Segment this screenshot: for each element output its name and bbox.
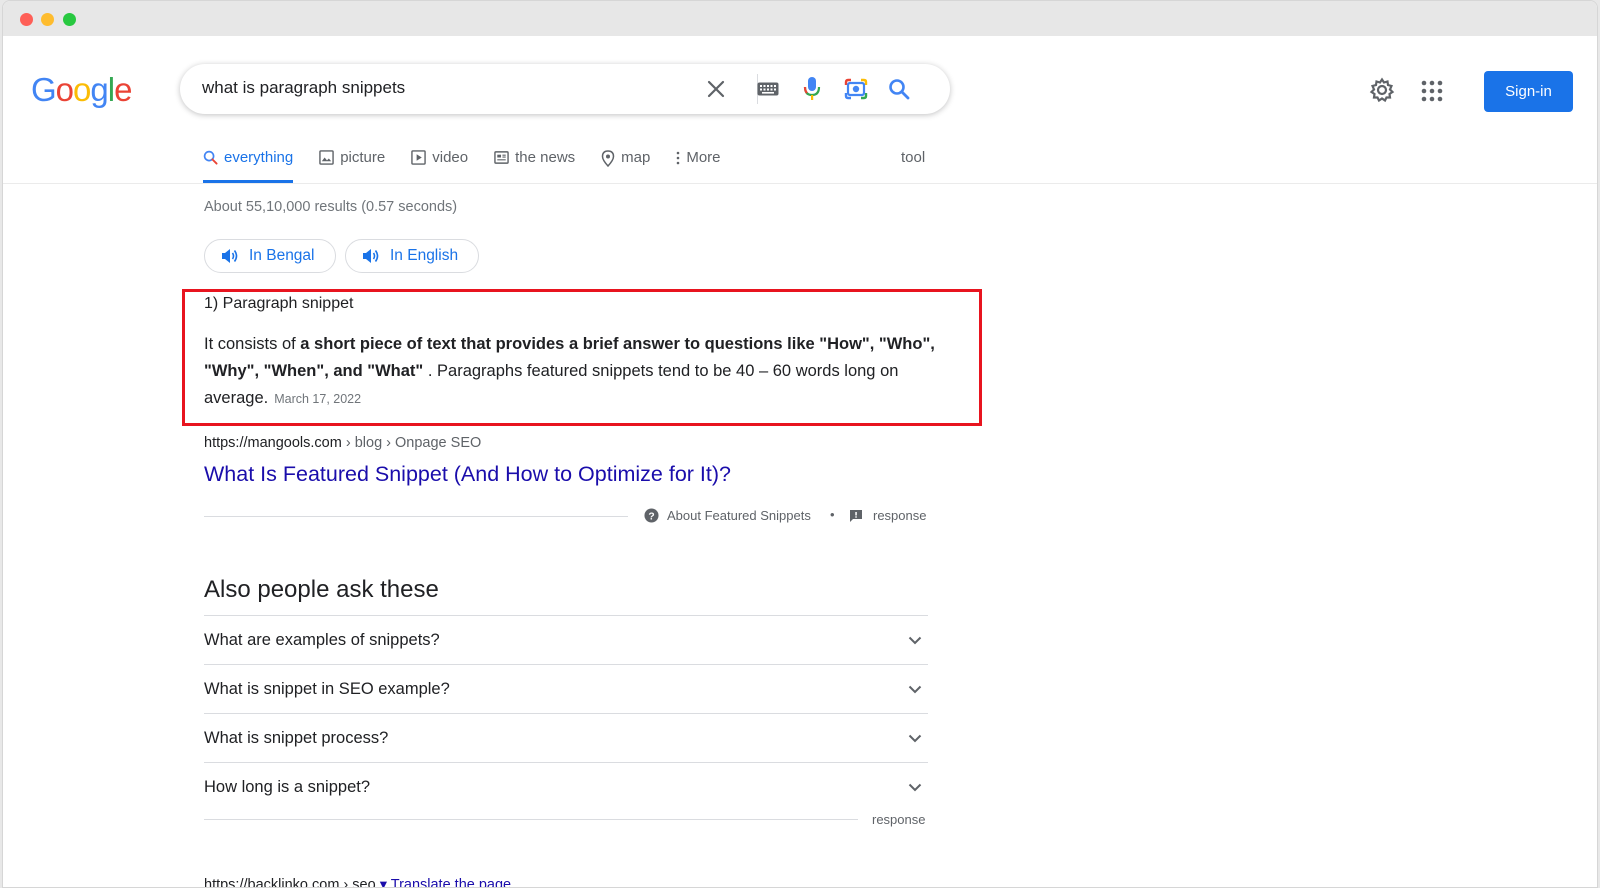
maximize-window-button[interactable] — [63, 13, 76, 26]
paa-question[interactable]: What are examples of snippets? — [204, 615, 928, 664]
paa-question-text: What is snippet in SEO example? — [204, 679, 450, 698]
paa-bottom-divider — [204, 819, 858, 820]
speaker-icon — [222, 249, 238, 263]
svg-text:?: ? — [648, 511, 654, 522]
snippet-heading: 1) Paragraph snippet — [204, 295, 354, 312]
feedback-icon — [850, 509, 862, 522]
snippet-prefix: It consists of — [204, 335, 301, 353]
clear-icon[interactable] — [703, 76, 729, 102]
result-title-link[interactable]: What Is Featured Snippet (And How to Opt… — [204, 462, 731, 487]
tabs-divider — [3, 183, 1597, 184]
speaker-icon — [363, 249, 379, 263]
next-result-url[interactable]: https://backlinko.com › seo ▾ Translate … — [204, 877, 511, 888]
next-result-domain: https://backlinko.com › seo — [204, 877, 376, 888]
translate-link[interactable]: ▾ Translate the page — [380, 877, 511, 887]
sign-in-button[interactable]: Sign-in — [1484, 71, 1573, 112]
tab-picture[interactable]: picture — [319, 143, 385, 183]
logo-letter: o — [73, 71, 91, 108]
result-domain: https://mangools.com — [204, 435, 342, 451]
logo-letter: g — [90, 71, 108, 108]
paa-question-text: What is snippet process? — [204, 728, 389, 747]
minimize-window-button[interactable] — [41, 13, 54, 26]
separator-dot: • — [830, 507, 835, 522]
listen-english-button[interactable]: In English — [345, 239, 480, 273]
help-icon: ? — [644, 508, 659, 523]
feedback-label: response — [873, 508, 927, 523]
search-icon[interactable] — [886, 76, 912, 102]
tab-label: More — [686, 149, 721, 166]
search-input[interactable] — [202, 78, 682, 98]
search-tabs: everything picture video the news map Mo… — [203, 143, 747, 183]
chevron-down-icon — [908, 685, 922, 693]
camera-lens-icon[interactable] — [843, 76, 869, 102]
tools-button[interactable]: tool — [901, 149, 925, 166]
result-stats: About 55,10,000 results (0.57 seconds) — [204, 199, 458, 215]
apps-grid-icon[interactable] — [1421, 80, 1443, 102]
snippet-text: It consists of a short piece of text tha… — [204, 331, 944, 413]
tab-label: picture — [340, 149, 386, 166]
close-window-button[interactable] — [20, 13, 33, 26]
people-also-ask-list: What are examples of snippets? What is s… — [204, 615, 928, 811]
paa-question[interactable]: What is snippet process? — [204, 713, 928, 762]
tab-label: the news — [515, 149, 576, 166]
search-icon — [203, 150, 218, 165]
more-vert-icon — [677, 151, 680, 165]
language-label: In English — [390, 247, 459, 264]
chevron-down-icon — [908, 636, 922, 644]
about-featured-snippets-link[interactable]: ? About Featured Snippets — [644, 508, 811, 523]
tab-label: everything — [224, 149, 294, 166]
logo-letter: o — [55, 71, 74, 108]
tab-map[interactable]: map — [601, 143, 650, 183]
snippet-feedback-link[interactable]: response — [849, 508, 926, 523]
listen-bengal-button[interactable]: In Bengal — [204, 239, 336, 273]
paa-question[interactable]: What is snippet in SEO example? — [204, 664, 928, 713]
paa-question-text: What are examples of snippets? — [204, 630, 440, 649]
tab-the-news[interactable]: the news — [494, 143, 575, 183]
result-breadcrumb: › blog › Onpage SEO — [341, 435, 482, 451]
tab-everything[interactable]: everything — [203, 143, 294, 183]
tab-video[interactable]: video — [411, 143, 468, 183]
paa-question-text: How long is a snippet? — [204, 777, 371, 796]
image-icon — [319, 150, 334, 165]
paa-feedback-link[interactable]: response — [872, 812, 925, 827]
google-logo[interactable]: Google — [31, 71, 132, 109]
keyboard-icon[interactable] — [755, 76, 781, 102]
result-url[interactable]: https://mangools.com › blog › Onpage SEO — [204, 435, 481, 451]
settings-gear-icon[interactable] — [1369, 77, 1395, 103]
paa-question[interactable]: How long is a snippet? — [204, 762, 928, 811]
microphone-icon[interactable] — [799, 76, 825, 102]
about-label: About Featured Snippets — [667, 508, 811, 523]
logo-letter: e — [114, 71, 132, 108]
title-bar — [3, 1, 1597, 36]
people-also-ask-heading: Also people ask these — [204, 576, 439, 603]
browser-window: Google Sign-in everything — [2, 0, 1598, 888]
snippet-footer-divider — [204, 516, 628, 517]
chevron-down-icon — [908, 734, 922, 742]
tab-label: video — [432, 149, 469, 166]
language-label: In Bengal — [249, 247, 315, 264]
tab-label: map — [621, 149, 651, 166]
pin-icon — [601, 150, 615, 167]
play-icon — [411, 150, 427, 165]
news-icon — [494, 151, 509, 164]
snippet-date: March 17, 2022 — [274, 392, 362, 406]
tab-more[interactable]: More — [676, 143, 721, 183]
logo-letter: G — [31, 71, 57, 108]
search-box — [180, 64, 950, 114]
chevron-down-icon — [908, 783, 922, 791]
